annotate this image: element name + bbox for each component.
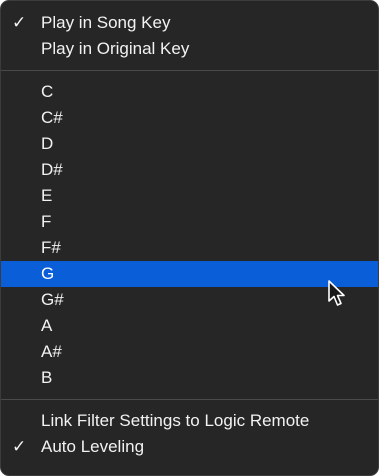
menu-item-label: D# bbox=[41, 160, 63, 179]
menu-item-label: B bbox=[41, 368, 53, 387]
key-context-menu: ✓ Play in Song Key Play in Original Key … bbox=[0, 0, 379, 476]
menu-item-key-g[interactable]: G bbox=[1, 261, 378, 287]
menu-item-label: A bbox=[41, 316, 53, 335]
arrow-cursor-icon bbox=[328, 280, 345, 306]
menu-item-label: Play in Song Key bbox=[41, 13, 171, 32]
menu-item-play-in-original-key[interactable]: Play in Original Key bbox=[1, 36, 378, 62]
menu-item-key-c[interactable]: C bbox=[1, 79, 378, 105]
menu-item-label: D bbox=[41, 134, 54, 153]
menu-item-key-f-sharp[interactable]: F# bbox=[1, 235, 378, 261]
menu-separator bbox=[1, 70, 378, 71]
checkmark-icon: ✓ bbox=[12, 437, 27, 456]
menu-item-link-filter-settings[interactable]: Link Filter Settings to Logic Remote bbox=[1, 408, 378, 434]
menu-item-label: C bbox=[41, 82, 54, 101]
menu-item-label: F bbox=[41, 212, 52, 231]
menu-item-label: A# bbox=[41, 342, 62, 361]
menu-item-label: Link Filter Settings to Logic Remote bbox=[41, 411, 310, 430]
menu-item-play-in-song-key[interactable]: ✓ Play in Song Key bbox=[1, 10, 378, 36]
menu-item-label: G bbox=[41, 264, 55, 283]
menu-item-key-e[interactable]: E bbox=[1, 183, 378, 209]
menu-item-key-d-sharp[interactable]: D# bbox=[1, 157, 378, 183]
checkmark-icon: ✓ bbox=[12, 13, 27, 32]
menu-separator bbox=[1, 399, 378, 400]
menu-item-label: E bbox=[41, 186, 53, 205]
menu-item-label: C# bbox=[41, 108, 63, 127]
menu-item-label: G# bbox=[41, 290, 64, 309]
menu-item-label: F# bbox=[41, 238, 61, 257]
menu-item-key-d[interactable]: D bbox=[1, 131, 378, 157]
menu-item-key-a[interactable]: A bbox=[1, 313, 378, 339]
menu-item-key-a-sharp[interactable]: A# bbox=[1, 339, 378, 365]
menu-item-key-g-sharp[interactable]: G# bbox=[1, 287, 378, 313]
menu-item-label: Auto Leveling bbox=[41, 437, 145, 456]
menu-item-key-c-sharp[interactable]: C# bbox=[1, 105, 378, 131]
menu-item-label: Play in Original Key bbox=[41, 39, 190, 58]
menu-item-key-b[interactable]: B bbox=[1, 365, 378, 391]
menu-item-auto-leveling[interactable]: ✓ Auto Leveling bbox=[1, 434, 378, 460]
menu-item-key-f[interactable]: F bbox=[1, 209, 378, 235]
